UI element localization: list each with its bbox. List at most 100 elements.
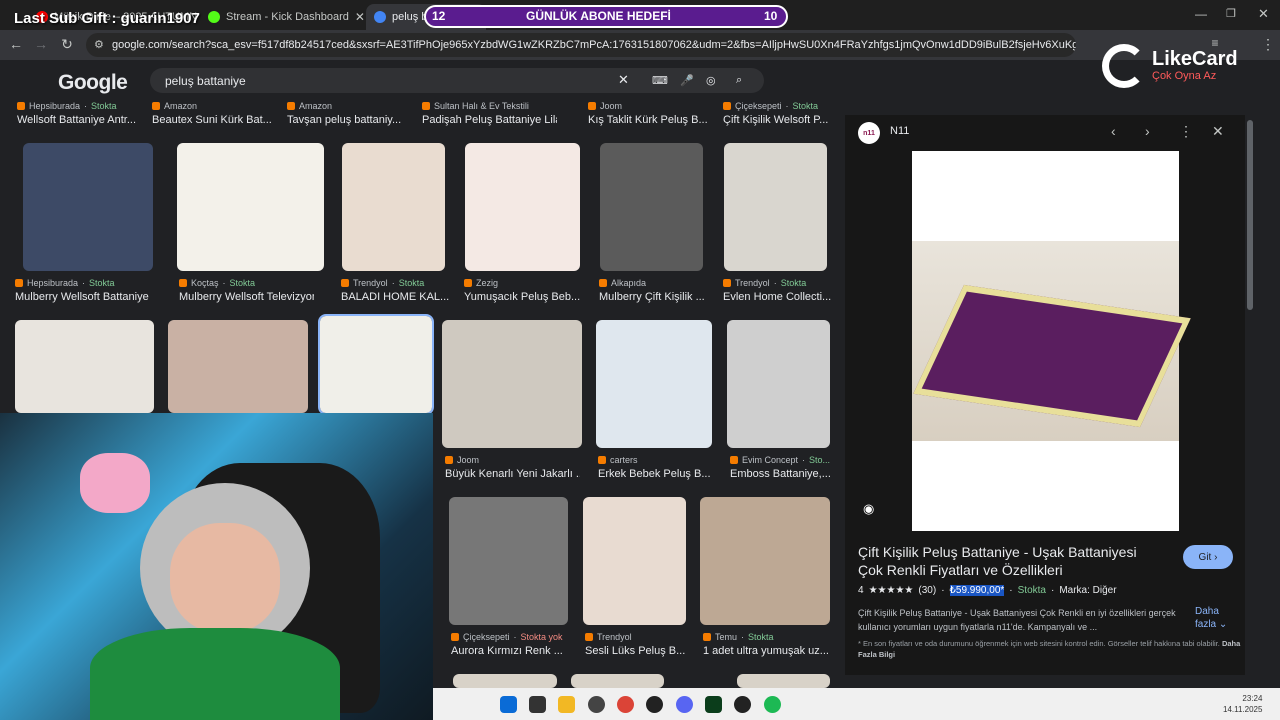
search-input[interactable]: peluş battaniye ✕ ⌨ 🎤 ◎ ⌕ [150, 68, 764, 93]
sub-goal-bar: 12 GÜNLÜK ABONE HEDEFİ 10 [424, 5, 788, 28]
result-title[interactable]: Yumuşacık Peluş Beb... [464, 291, 580, 303]
close-window-icon[interactable]: ✕ [1258, 6, 1269, 22]
result-thumbnail[interactable] [15, 320, 154, 413]
product-title[interactable]: Çift Kişilik Peluş Battaniye - Uşak Batt… [858, 543, 1158, 579]
result-title[interactable]: BALADI HOME KAL... [341, 291, 449, 303]
app2-icon[interactable] [734, 696, 751, 713]
start-icon[interactable] [500, 696, 517, 713]
task-view-icon[interactable] [529, 696, 546, 713]
panel-source[interactable]: N11 [890, 125, 909, 137]
result-source[interactable]: Trendyol · Stokta [723, 278, 806, 288]
more-options-icon[interactable]: ⋮ [1179, 123, 1193, 140]
result-source[interactable]: Evim Concept · Sto... [730, 455, 830, 465]
google-logo[interactable]: Google [58, 71, 128, 95]
close-tab-icon[interactable]: ✕ [355, 10, 365, 24]
keyboard-icon[interactable]: ⌨ [652, 74, 668, 87]
restore-icon[interactable]: ❐ [1226, 7, 1236, 20]
result-title[interactable]: 1 adet ultra yumuşak uz... [703, 645, 829, 657]
prev-icon[interactable]: ‹ [1111, 123, 1116, 139]
result-source[interactable]: Joom [588, 101, 622, 111]
windows-taskbar: 23:24 14.11.2025 [433, 688, 1280, 720]
result-source[interactable]: Trendyol · Stokta [341, 278, 424, 288]
product-meta: 4 ★★★★★ (30) · ₺59.990,00* · Stokta · Ma… [858, 585, 1117, 596]
result-source[interactable]: Çiçeksepeti · Stokta yok [451, 632, 563, 642]
back-icon[interactable]: ← [7, 36, 25, 52]
result-thumbnail[interactable] [727, 320, 830, 448]
menu-icon[interactable]: ⋮ [1259, 36, 1277, 53]
result-title[interactable]: Çift Kişilik Welsoft P... [723, 114, 828, 126]
discord-icon[interactable] [676, 696, 693, 713]
kick-app-icon[interactable] [705, 696, 722, 713]
scrollbar[interactable] [1247, 120, 1253, 310]
result-title[interactable]: Wellsoft Battaniye Antr... [17, 114, 136, 126]
forward-icon[interactable]: → [32, 36, 50, 52]
clock[interactable]: 23:24 14.11.2025 [1223, 693, 1262, 715]
result-thumbnail[interactable] [449, 497, 568, 625]
result-source[interactable]: Zezig [464, 278, 498, 288]
store-favicon-icon [585, 633, 593, 641]
result-source[interactable]: Temu · Stokta [703, 632, 774, 642]
more-link[interactable]: Daha fazla ⌄ [1195, 605, 1235, 631]
result-thumbnail[interactable] [737, 674, 830, 688]
lens-search-icon[interactable]: ◉ [863, 501, 874, 517]
result-title[interactable]: Aurora Kırmızı Renk ... [451, 645, 563, 657]
tab-kick-dashboard[interactable]: Stream - Kick Dashboard ✕ [200, 4, 365, 30]
minimize-icon[interactable]: — [1195, 7, 1207, 21]
result-title[interactable]: Kış Taklit Kürk Peluş B... [588, 114, 708, 126]
result-thumbnail[interactable] [177, 143, 324, 271]
next-icon[interactable]: › [1145, 123, 1150, 139]
result-source[interactable]: carters [598, 455, 638, 465]
result-source[interactable]: Hepsiburada · Stokta [17, 101, 117, 111]
result-title[interactable]: Büyük Kenarlı Yeni Jakarlı ... [445, 468, 580, 480]
result-thumbnail[interactable] [465, 143, 580, 271]
visit-button[interactable]: Git › [1183, 545, 1233, 569]
result-source[interactable]: Amazon [287, 101, 332, 111]
result-thumbnail[interactable] [596, 320, 712, 448]
result-title[interactable]: Mulberry Wellsoft Battaniye ... [15, 291, 150, 303]
result-title[interactable]: Evlen Home Collecti... [723, 291, 831, 303]
store-favicon-icon [422, 102, 430, 110]
result-thumbnail[interactable] [453, 674, 557, 688]
result-source[interactable]: Amazon [152, 101, 197, 111]
result-source[interactable]: Trendyol [585, 632, 632, 642]
result-thumbnail[interactable] [600, 143, 703, 271]
preview-image[interactable] [912, 151, 1191, 531]
result-thumbnail[interactable] [571, 674, 664, 688]
file-explorer-icon[interactable] [558, 696, 575, 713]
site-info-icon[interactable]: ⚙ [94, 38, 104, 51]
result-thumbnail[interactable] [23, 143, 153, 271]
result-source[interactable]: Joom [445, 455, 479, 465]
result-title[interactable]: Mulberry Çift Kişilik ... [599, 291, 705, 303]
result-title[interactable]: Padişah Peluş Battaniye Lila ... [422, 114, 557, 126]
lens-icon[interactable]: ◎ [706, 74, 716, 87]
obs-icon[interactable] [588, 696, 605, 713]
result-thumbnail[interactable] [168, 320, 308, 413]
result-thumbnail[interactable] [442, 320, 582, 448]
result-source[interactable]: Koçtaş · Stokta [179, 278, 255, 288]
result-title[interactable]: Mulberry Wellsoft Televizyon... [179, 291, 314, 303]
clear-icon[interactable]: ✕ [618, 72, 629, 88]
result-thumbnail[interactable] [700, 497, 830, 625]
microphone-icon[interactable]: 🎤 [680, 74, 694, 87]
result-source[interactable]: Alkapıda [599, 278, 646, 288]
app-icon[interactable] [646, 696, 663, 713]
spotify-icon[interactable] [764, 696, 781, 713]
result-thumbnail[interactable] [342, 143, 445, 271]
result-title[interactable]: Emboss Battaniye,... [730, 468, 831, 480]
result-title[interactable]: Erkek Bebek Peluş B... [598, 468, 711, 480]
result-thumbnail[interactable] [724, 143, 827, 271]
result-title[interactable]: Tavşan peluş battaniy... [287, 114, 401, 126]
result-title[interactable]: Sesli Lüks Peluş B... [585, 645, 685, 657]
close-panel-icon[interactable]: ✕ [1212, 123, 1224, 140]
result-source[interactable]: Hepsiburada · Stokta [15, 278, 115, 288]
search-icon[interactable]: ⌕ [736, 74, 742, 87]
result-thumbnail[interactable] [583, 497, 686, 625]
chrome-icon[interactable] [617, 696, 634, 713]
url-bar[interactable]: ⚙ google.com/search?sca_esv=f517df8b2451… [86, 33, 1076, 57]
result-title[interactable]: Beautex Suni Kürk Bat... [152, 114, 272, 126]
result-source[interactable]: Sultan Halı & Ev Tekstili [422, 101, 529, 111]
result-source[interactable]: Çiçeksepeti · Stokta [723, 101, 818, 111]
reload-icon[interactable]: ↻ [58, 36, 76, 53]
result-thumbnail[interactable] [318, 314, 434, 415]
store-favicon-icon [341, 279, 349, 287]
